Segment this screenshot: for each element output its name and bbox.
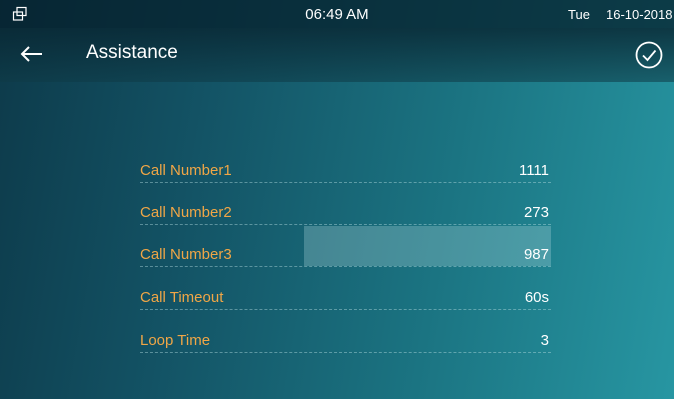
back-button[interactable]	[18, 42, 46, 66]
setting-value-input[interactable]: 60s	[525, 289, 549, 306]
setting-label: Call Number3	[140, 246, 232, 263]
check-circle-icon	[635, 41, 663, 69]
setting-row-call-number1[interactable]: Call Number1 1111	[140, 148, 551, 183]
setting-row-loop-time[interactable]: Loop Time 3	[140, 318, 551, 353]
setting-label: Call Number1	[140, 162, 232, 179]
screen: 06:49 AM Tue 16-10-2018 Assistance Call …	[0, 0, 674, 399]
setting-value-input[interactable]: 273	[524, 204, 549, 221]
setting-row-call-timeout[interactable]: Call Timeout 60s	[140, 275, 551, 310]
setting-label: Call Number2	[140, 204, 232, 221]
setting-row-call-number2[interactable]: Call Number2 273	[140, 190, 551, 225]
status-day: Tue	[568, 7, 590, 22]
status-bar: 06:49 AM Tue 16-10-2018	[0, 0, 674, 28]
page-title: Assistance	[86, 42, 178, 63]
confirm-button[interactable]	[634, 40, 664, 70]
status-date: 16-10-2018	[606, 7, 673, 22]
setting-label: Loop Time	[140, 332, 211, 349]
setting-row-call-number3[interactable]: Call Number3 987	[140, 226, 551, 267]
selection-highlight	[304, 226, 551, 266]
back-arrow-icon	[20, 46, 42, 62]
setting-value-input[interactable]: 987	[524, 246, 549, 263]
title-bar: Assistance	[0, 28, 674, 82]
setting-label: Call Timeout	[140, 289, 224, 306]
setting-value-input[interactable]: 3	[541, 332, 549, 349]
setting-value-input[interactable]: 1111	[519, 162, 549, 179]
